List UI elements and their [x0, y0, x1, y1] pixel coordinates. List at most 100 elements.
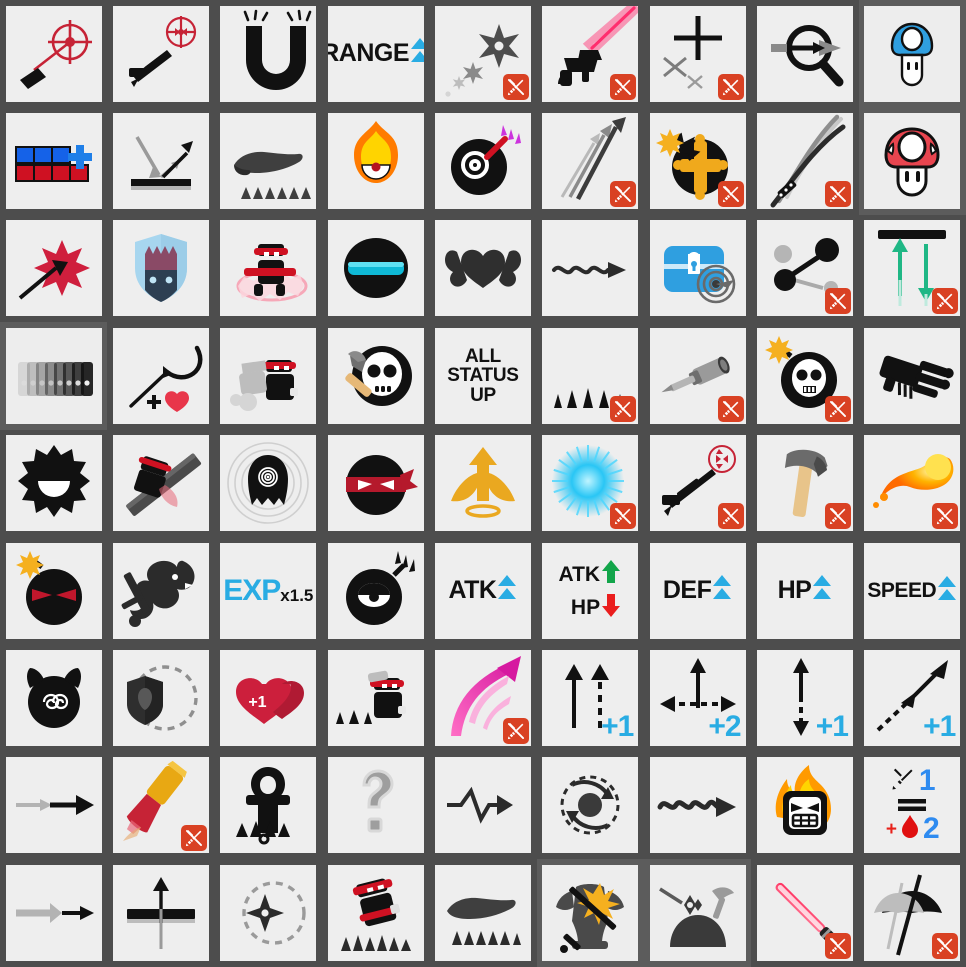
icon-tile-exp-multiplier-text[interactable]: EXP x1.5: [220, 542, 317, 639]
icon-tile-wavy-snake-arrow[interactable]: [649, 757, 746, 854]
icon-tile-ninja-knocked-beam[interactable]: [112, 435, 209, 532]
icon-tile-dash-sideways-plus-two[interactable]: +2: [649, 650, 746, 747]
grid-cell-vertical-dash-plus-one[interactable]: +1: [751, 644, 858, 751]
grid-cell-spike-row-floor[interactable]: [537, 322, 644, 429]
icon-tile-guardian-shield[interactable]: [112, 220, 209, 317]
icon-tile-assault-rifle-aim[interactable]: [649, 435, 746, 532]
grid-cell-masked-ninja-face[interactable]: [322, 430, 429, 537]
grid-cell-ghost-eye-hypno[interactable]: [215, 430, 322, 537]
grid-cell-hp-bar-plus[interactable]: [0, 107, 107, 214]
grid-cell-spiky-blob-smile[interactable]: [0, 430, 107, 537]
icon-tile-ninja-spike-pit[interactable]: [327, 650, 424, 747]
grid-cell-sniper-rifle-scope[interactable]: [107, 0, 214, 107]
icon-tile-double-heart-plus-one[interactable]: +1: [220, 650, 317, 747]
icon-tile-treasure-chest-lock[interactable]: [649, 220, 746, 317]
grid-cell-arrow-volley-pierce[interactable]: [537, 107, 644, 214]
grid-cell-winged-arrow-ascend[interactable]: [429, 430, 536, 537]
icon-tile-visor-mask-scan[interactable]: [327, 220, 424, 317]
grid-cell-atk-up-text[interactable]: ATK: [429, 537, 536, 644]
icon-tile-range-up-text[interactable]: RANGE: [327, 5, 424, 102]
grid-cell-def-up-text[interactable]: DEF: [644, 537, 751, 644]
icon-tile-diagonal-dash-plus-one[interactable]: +1: [864, 650, 961, 747]
grid-cell-magnifier-pierce[interactable]: [751, 0, 858, 107]
grid-cell-spyglass-scout[interactable]: [644, 322, 751, 429]
grid-cell-angry-fire-block[interactable]: [751, 752, 858, 859]
icon-tile-armor-lightning-break[interactable]: [542, 864, 639, 961]
icon-tile-spike-row-floor[interactable]: [542, 327, 639, 424]
icon-tile-atk-up-text[interactable]: ATK: [434, 542, 531, 639]
grid-cell-dash-sideways-plus-two[interactable]: +2: [644, 644, 751, 751]
icon-tile-magnet-attract[interactable]: [220, 5, 317, 102]
grid-cell-ninja-knocked-beam[interactable]: [107, 430, 214, 537]
icon-tile-dragon-sword-slay[interactable]: [112, 542, 209, 639]
icon-tile-hp-up-text[interactable]: HP: [756, 542, 853, 639]
grid-cell-red-lightsaber-blade[interactable]: [751, 859, 858, 966]
grid-cell-laser-gun-beam[interactable]: [537, 0, 644, 107]
grid-cell-ankh-revive-spikes[interactable]: [215, 752, 322, 859]
grid-cell-laser-sight-target[interactable]: [0, 0, 107, 107]
grid-cell-visor-mask-scan[interactable]: [322, 215, 429, 322]
grid-cell-holy-cross-bomb[interactable]: [644, 107, 751, 214]
icon-tile-spike-shoe-trap[interactable]: [220, 113, 317, 210]
icon-tile-shuriken-orbit-dashed[interactable]: [220, 864, 317, 961]
icon-tile-magnifier-pierce[interactable]: [756, 5, 853, 102]
grid-cell-shuriken-throw[interactable]: [429, 0, 536, 107]
grid-cell-platform-pierce-up[interactable]: [107, 859, 214, 966]
icon-tile-ankh-revive-spikes[interactable]: [220, 757, 317, 854]
icon-tile-katana-multi-slash[interactable]: [756, 113, 853, 210]
icon-tile-gold-red-rocket[interactable]: [112, 757, 209, 854]
grid-cell-ninja-rubble-crash[interactable]: [215, 322, 322, 429]
grid-cell-split-shot-branch[interactable]: [751, 215, 858, 322]
grid-cell-guardian-shield[interactable]: [107, 215, 214, 322]
grid-cell-orbit-ring-circle[interactable]: [537, 752, 644, 859]
grid-cell-flame-head-burn[interactable]: [322, 107, 429, 214]
grid-cell-sword-one-equals-two-blood[interactable]: 1 +2: [859, 752, 966, 859]
icon-tile-spiky-blob-smile[interactable]: [5, 435, 102, 532]
icon-tile-masked-ninja-face[interactable]: [327, 435, 424, 532]
grid-cell-ninja-ground-slam[interactable]: [215, 215, 322, 322]
grid-cell-ninja-spike-floor-fall[interactable]: [322, 859, 429, 966]
icon-tile-all-status-up-text[interactable]: ALL STATUS UP: [434, 327, 531, 424]
icon-tile-ricochet-bounce[interactable]: [112, 113, 209, 210]
grid-cell-range-up-text[interactable]: RANGE: [322, 0, 429, 107]
grid-cell-slow-arrow-speed[interactable]: [0, 859, 107, 966]
grid-cell-skull-hammer-smash[interactable]: [322, 322, 429, 429]
grid-cell-assault-rifle-aim[interactable]: [644, 430, 751, 537]
grid-cell-armor-lightning-break[interactable]: [536, 859, 644, 967]
icon-tile-ceiling-bounce-arrows[interactable]: [864, 220, 961, 317]
icon-tile-skull-hammer-smash[interactable]: [327, 327, 424, 424]
icon-tile-helmet-pickaxe-mine[interactable]: [649, 864, 746, 961]
icon-tile-red-mushroom-powerup[interactable]: [864, 113, 961, 210]
icon-tile-orbit-ring-circle[interactable]: [542, 757, 639, 854]
grid-cell-hammer-tool-smash[interactable]: [751, 430, 858, 537]
icon-tile-sniper-rifle-scope[interactable]: [112, 5, 209, 102]
icon-tile-split-shot-branch[interactable]: [756, 220, 853, 317]
grid-cell-bomb-target-homing[interactable]: [429, 107, 536, 214]
grid-cell-blue-mushroom-powerup[interactable]: [858, 0, 966, 108]
grid-cell-faster-arrow-speed[interactable]: [0, 752, 107, 859]
icon-tile-shield-aura-circle[interactable]: [112, 650, 209, 747]
grid-cell-zigzag-arrow-erratic[interactable]: [429, 752, 536, 859]
icon-tile-atk-up-hp-down-text[interactable]: ATK HP: [542, 542, 639, 639]
icon-tile-critical-hit-burst[interactable]: [5, 220, 102, 317]
icon-tile-laser-gun-beam[interactable]: [542, 5, 639, 102]
icon-tile-slow-arrow-speed[interactable]: [5, 864, 102, 961]
icon-tile-strength-heart-muscle[interactable]: [434, 220, 531, 317]
icon-tile-speed-up-text[interactable]: SPEED: [864, 542, 961, 639]
icon-tile-double-jump-plus-one[interactable]: +1: [542, 650, 639, 747]
icon-tile-shuriken-throw[interactable]: [434, 5, 531, 102]
grid-cell-shield-aura-circle[interactable]: [107, 644, 214, 751]
grid-cell-wavy-arrow-pierce[interactable]: [537, 215, 644, 322]
grid-cell-helmet-pickaxe-mine[interactable]: [643, 859, 752, 967]
grid-cell-dragon-sword-slay[interactable]: [107, 537, 214, 644]
icon-tile-def-up-text[interactable]: DEF: [649, 542, 746, 639]
grid-cell-gold-red-rocket[interactable]: [107, 752, 214, 859]
grid-cell-critical-hit-burst[interactable]: [0, 215, 107, 322]
grid-cell-ninja-spike-pit[interactable]: [322, 644, 429, 751]
grid-cell-double-heart-plus-one[interactable]: +1: [215, 644, 322, 751]
icon-tile-blue-mushroom-powerup[interactable]: [864, 5, 961, 102]
grid-cell-shuriken-orbit-dashed[interactable]: [215, 859, 322, 966]
icon-tile-flame-head-burn[interactable]: [327, 113, 424, 210]
icon-tile-magenta-swoop-arrow[interactable]: [434, 650, 531, 747]
grid-cell-spiked-shoe-stomp[interactable]: [429, 859, 536, 966]
